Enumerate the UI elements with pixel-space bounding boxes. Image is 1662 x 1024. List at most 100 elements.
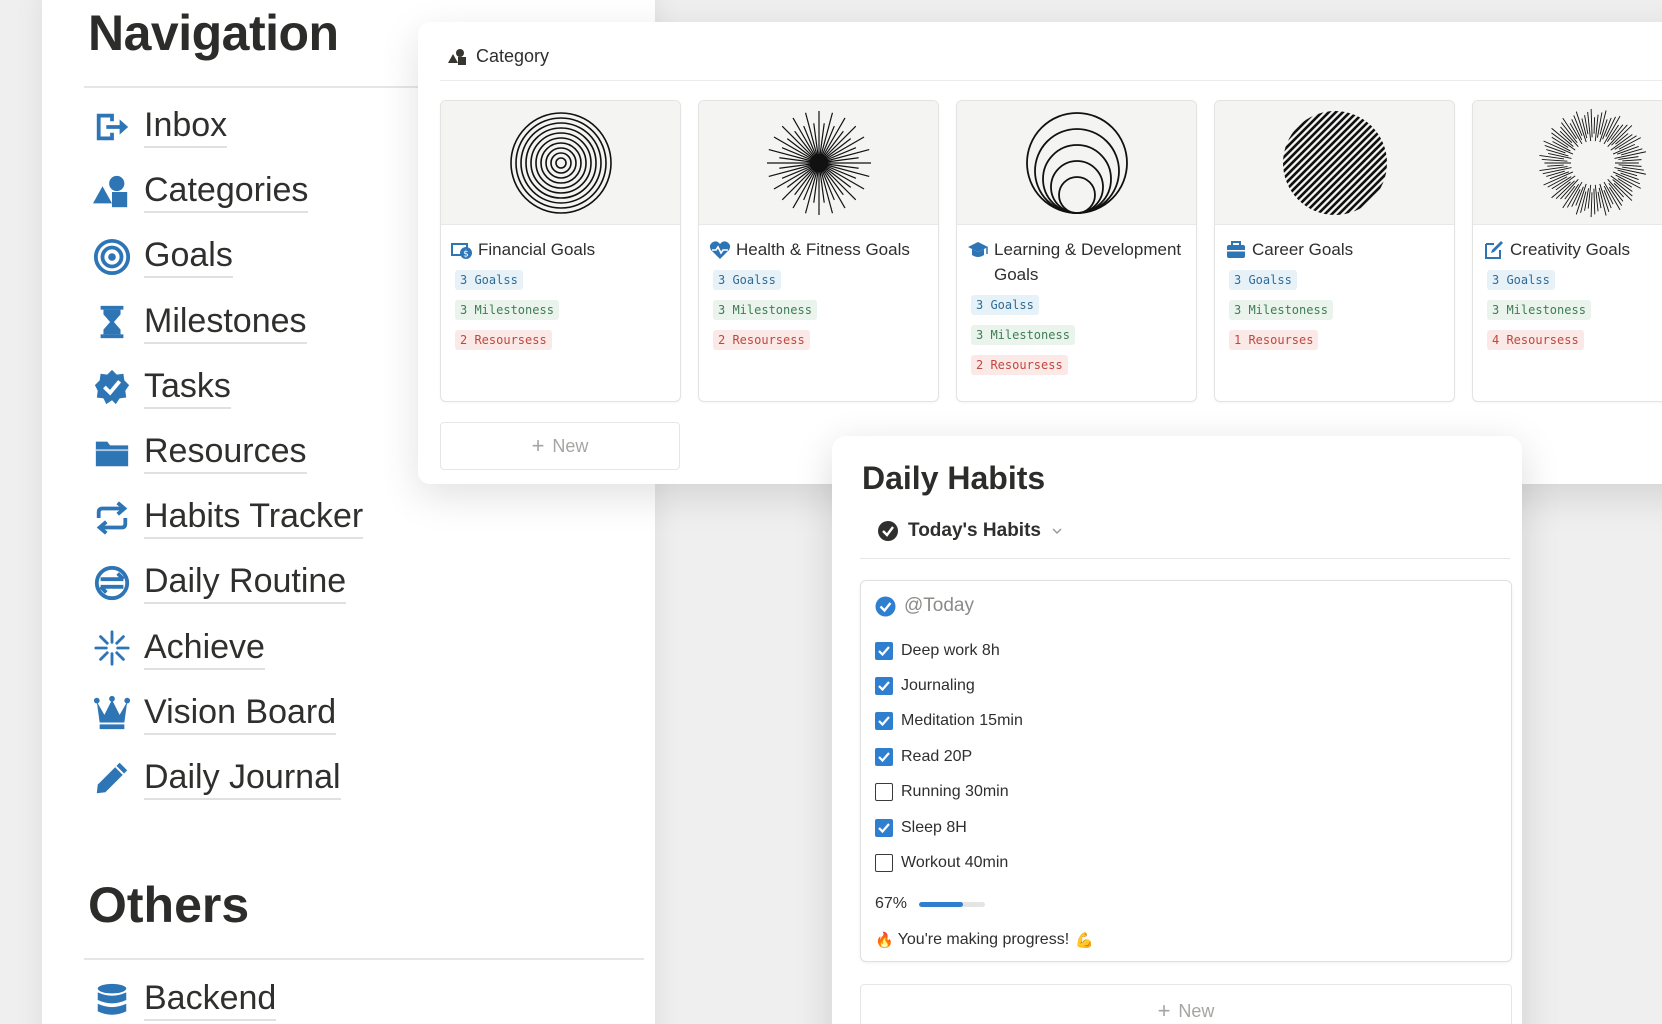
- nav-label: Achieve: [144, 627, 265, 670]
- checkbox-checked[interactable]: [875, 641, 893, 660]
- goals-count-tag: 3 Goalss: [1487, 270, 1555, 290]
- habit-label: Meditation 15min: [901, 712, 1023, 730]
- fire-emoji: 🔥: [875, 932, 894, 949]
- nav-item-milestones[interactable]: Milestones: [92, 290, 363, 355]
- others-title: Others: [88, 877, 250, 933]
- checkbox-checked[interactable]: [875, 747, 893, 766]
- milestones-count-tag: 3 Milestoness: [971, 325, 1075, 345]
- goals-count-tag: 3 Goalss: [455, 270, 523, 290]
- progress-row: 67%: [875, 895, 986, 913]
- folder-icon: [92, 433, 132, 473]
- nav-label: Inbox: [144, 105, 228, 149]
- radial-burst-cover: [1538, 108, 1646, 217]
- resources-count-tag: 4 Resoursess: [1487, 330, 1584, 350]
- goals-count-tag: 3 Goalss: [971, 295, 1039, 315]
- category-card-health-fitness[interactable]: Health & Fitness Goals 3 Goalss 3 Milest…: [698, 100, 939, 402]
- milestones-count-tag: 3 Milestoness: [1229, 300, 1333, 320]
- card-body: Learning & Development Goals 3 Goalss 3 …: [957, 225, 1196, 385]
- checkbox-unchecked[interactable]: [875, 783, 893, 802]
- checkbox-checked[interactable]: [875, 818, 893, 837]
- habit-label: Read 20P: [901, 747, 973, 765]
- crown-icon: [92, 693, 132, 733]
- progress-bar-fill: [919, 901, 964, 907]
- briefcase-icon: [1227, 241, 1245, 258]
- milestones-count-tag: 3 Milestoness: [1487, 300, 1591, 320]
- target-icon: [92, 237, 132, 277]
- nav-item-resources[interactable]: Resources: [92, 420, 363, 485]
- checkbox-unchecked[interactable]: [875, 854, 893, 873]
- category-header-label: Category: [476, 46, 550, 66]
- nav-item-categories[interactable]: Categories: [92, 159, 363, 224]
- habit-card[interactable]: @Today Deep work 8h Journaling Meditation …: [860, 580, 1512, 962]
- card-title: $ Financial Goals: [451, 237, 670, 262]
- concentric-rings-cover: [509, 111, 612, 214]
- habit-item[interactable]: Read 20P: [875, 739, 1023, 774]
- nav-item-goals[interactable]: Goals: [92, 224, 363, 289]
- shapes-icon: [92, 172, 132, 212]
- others-list: Backend: [92, 967, 277, 1024]
- plus-icon: +: [531, 433, 545, 458]
- new-habit-button[interactable]: + New: [860, 984, 1512, 1024]
- daily-habits-title: Daily Habits: [862, 460, 1046, 496]
- category-cards: $ Financial Goals 3 Goalss 3 Milestoness…: [440, 100, 1662, 402]
- habit-label: Deep work 8h: [901, 641, 1000, 659]
- nav-label: Backend: [144, 978, 277, 1022]
- card-cover: [699, 101, 938, 225]
- nav-item-tasks[interactable]: Tasks: [92, 355, 363, 420]
- pencil-icon: [92, 758, 132, 798]
- goals-count-tag: 3 Goalss: [1229, 270, 1297, 290]
- nav-item-daily-journal[interactable]: Daily Journal: [92, 746, 363, 811]
- nav-item-achieve[interactable]: Achieve: [92, 616, 363, 681]
- progress-bar: [919, 901, 986, 907]
- habit-item[interactable]: Workout 40min: [875, 845, 1023, 880]
- checkbox-checked[interactable]: [875, 712, 893, 731]
- nav-item-backend[interactable]: Backend: [92, 967, 277, 1024]
- nav-label: Vision Board: [144, 692, 337, 735]
- category-card-career[interactable]: Career Goals 3 Goalss 3 Milestoness 1 Re…: [1214, 100, 1455, 402]
- view-selector[interactable]: Today's Habits: [878, 520, 1063, 542]
- new-category-button[interactable]: + New: [440, 422, 680, 470]
- nav-item-habits-tracker[interactable]: Habits Tracker: [92, 485, 364, 550]
- navigation-list: Inbox Categories Goals Milestones Tasks …: [92, 94, 364, 811]
- habit-item[interactable]: Deep work 8h: [875, 633, 1023, 668]
- edit-icon: [1485, 241, 1503, 259]
- card-title: Learning & Development Goals: [967, 237, 1186, 287]
- resources-count-tag: 2 Resoursess: [971, 355, 1068, 375]
- hourglass-icon: [92, 302, 132, 342]
- checkbox-checked[interactable]: [875, 677, 893, 696]
- card-cover: [1215, 101, 1454, 225]
- category-card-creativity[interactable]: Creativity Goals 3 Goalss 3 Milestoness …: [1472, 100, 1662, 402]
- nav-label: Resources: [144, 431, 307, 475]
- habit-label: Journaling: [901, 677, 975, 695]
- habit-list: Deep work 8h Journaling Meditation 15min Re…: [875, 633, 1023, 881]
- card-cover: [441, 101, 680, 225]
- daily-habits-panel: Daily Habits Today's Habits @Today Deep …: [832, 436, 1522, 1024]
- card-cover: [957, 101, 1196, 225]
- card-body: Creativity Goals 3 Goalss 3 Milestoness …: [1473, 225, 1662, 360]
- habit-item[interactable]: Meditation 15min: [875, 704, 1023, 739]
- category-header[interactable]: Category: [448, 46, 549, 67]
- plus-icon: +: [1157, 998, 1171, 1023]
- category-panel: Category $ Financial Goals 3 Goalss 3 Mi…: [418, 22, 1662, 484]
- habit-item[interactable]: Journaling: [875, 668, 1023, 703]
- card-title: Career Goals: [1225, 237, 1444, 262]
- habit-item[interactable]: Running 30min: [875, 775, 1023, 810]
- category-card-learning-development[interactable]: Learning & Development Goals 3 Goalss 3 …: [956, 100, 1197, 402]
- starburst-cover: [766, 110, 871, 215]
- muscle-emoji: 💪: [1075, 932, 1094, 949]
- habit-item[interactable]: Sleep 8H: [875, 810, 1023, 845]
- workspace: Navigation Inbox Categories Goals Milest…: [0, 0, 1662, 1024]
- progress-text: 67%: [875, 895, 908, 912]
- nav-label: Goals: [144, 235, 233, 279]
- milestones-count-tag: 3 Milestoness: [713, 300, 817, 320]
- sparkle-icon: [92, 628, 132, 668]
- category-card-financial[interactable]: $ Financial Goals 3 Goalss 3 Milestoness…: [440, 100, 681, 402]
- nav-item-inbox[interactable]: Inbox: [92, 94, 363, 159]
- card-body: Career Goals 3 Goalss 3 Milestoness 1 Re…: [1215, 225, 1454, 360]
- nav-label: Habits Tracker: [144, 496, 364, 540]
- graduation-cap-icon: [968, 242, 988, 257]
- nav-item-daily-routine[interactable]: Daily Routine: [92, 550, 363, 615]
- nav-item-vision-board[interactable]: Vision Board: [92, 681, 363, 746]
- heart-pulse-icon: [709, 241, 731, 259]
- money-icon: $: [451, 243, 472, 260]
